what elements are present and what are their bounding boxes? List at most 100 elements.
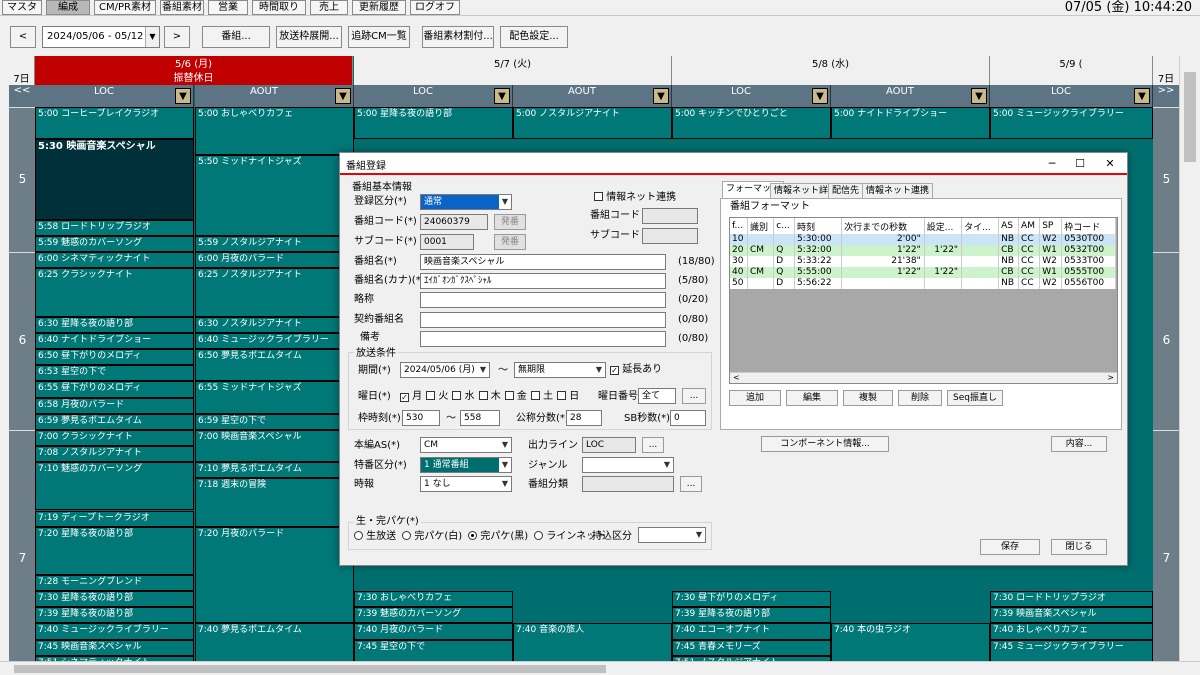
format-button-4[interactable]: Seq振直し	[947, 390, 1003, 406]
save-button[interactable]: 保存	[980, 539, 1040, 555]
program-slot[interactable]: 7:10 魅惑のカバーソング	[35, 462, 194, 511]
dow-checkbox-1[interactable]: 火	[426, 391, 448, 402]
dow-checkbox-2[interactable]: 水	[452, 391, 475, 402]
program-slot[interactable]: 7:39 星降る夜の語り部	[35, 607, 194, 624]
output-line-browse-button[interactable]: ...	[642, 437, 664, 453]
component-info-button[interactable]: コンポーネント情報...	[761, 436, 889, 452]
sb-seconds-field[interactable]: 0	[670, 410, 706, 426]
program-button[interactable]: 番組...	[202, 26, 270, 48]
program-slot[interactable]: 7:20 月夜のバラード	[195, 526, 354, 624]
program-slot[interactable]: 7:18 週末の冒険	[195, 478, 354, 527]
tab-delivery[interactable]: 配信先	[828, 183, 864, 198]
tracking-cm-list-button[interactable]: 追跡CM一覧	[348, 26, 410, 48]
chevron-right-icon[interactable]: >	[1107, 373, 1114, 382]
dow-checkbox-0[interactable]: ✓ 月	[400, 391, 422, 402]
close-button[interactable]: 閉じる	[1051, 539, 1107, 555]
menu-item-1[interactable]: 編成	[46, 0, 90, 15]
program-slot[interactable]: 6:00 シネマティックナイト	[35, 252, 194, 269]
format-row[interactable]: 50 D 5:56:22 NB CC W2 0556T00	[730, 278, 1116, 289]
main-as-select[interactable]: CM ▼	[420, 437, 512, 453]
program-slot[interactable]: 7:45 星空の下で	[354, 639, 513, 661]
maximize-icon[interactable]: ☐	[1066, 155, 1094, 173]
period-from-select[interactable]: 2024/05/06 (月) ▼	[400, 362, 490, 378]
program-slot[interactable]: 6:25 クラシックナイト	[35, 268, 194, 317]
format-row[interactable]: 40 CM Q 5:55:00 1'22" 1'22" CB CC W1 0555T00	[730, 267, 1116, 278]
program-slot[interactable]: 5:00 コーヒーブレイクラジオ	[35, 107, 194, 140]
program-slot[interactable]: 6:50 夢見るポエムタイム	[195, 349, 354, 382]
minimize-icon[interactable]: ─	[1038, 155, 1066, 173]
menu-item-3[interactable]: 番組素材	[160, 0, 204, 15]
program-slot[interactable]: 5:00 キッチンでひとりごと	[672, 107, 831, 140]
bring-select[interactable]: ▼	[638, 527, 706, 543]
name-field[interactable]: 映画音楽スペシャル	[420, 254, 666, 270]
menu-item-4[interactable]: 営業	[208, 0, 248, 15]
program-slot[interactable]: 7:00 映画音楽スペシャル	[195, 429, 354, 463]
class-field[interactable]	[582, 476, 674, 492]
format-row[interactable]: 20 CM Q 5:32:00 1'22" 1'22" CB CC W1 0532T00	[730, 245, 1116, 256]
close-icon[interactable]: ✕	[1096, 155, 1124, 173]
program-slot[interactable]: 5:00 星降る夜の語り部	[354, 107, 513, 140]
dow-number-field[interactable]: 全て	[638, 388, 676, 404]
triangle-down-icon[interactable]: ▼	[812, 88, 828, 104]
frame-start-field[interactable]: 530	[402, 410, 440, 426]
format-col-header[interactable]: 設定...	[924, 218, 963, 234]
program-slot[interactable]: 6:59 夢見るポエムタイム	[35, 413, 194, 430]
horizontal-scrollbar[interactable]	[0, 661, 1200, 675]
live-radio-1[interactable]: 完パケ(白)	[402, 531, 462, 542]
program-slot[interactable]: 7:45 映画音楽スペシャル	[35, 639, 194, 656]
program-slot[interactable]: 6:53 星空の下で	[35, 365, 194, 382]
program-slot[interactable]: 7:30 おしゃべりカフェ	[354, 591, 513, 608]
content-button[interactable]: 内容...	[1051, 436, 1107, 452]
menu-item-6[interactable]: 売上	[310, 0, 348, 15]
extension-checkbox[interactable]: ✓ 延長あり	[610, 363, 662, 377]
program-slot[interactable]: 7:19 ディープトークラジオ	[35, 510, 194, 527]
format-row[interactable]: 10 5:30:00 2'00" NB CC W2 0530T00	[730, 234, 1116, 245]
frame-end-field[interactable]: 558	[460, 410, 500, 426]
program-slot[interactable]: 7:45 ミュージックライブラリー	[990, 639, 1153, 661]
special-select[interactable]: 1 通常番組 ▼	[420, 457, 512, 473]
format-row[interactable]: 30 D 5:33:22 21'38" NB CC W2 0533T00	[730, 256, 1116, 267]
format-col-header[interactable]: 時刻	[794, 218, 843, 234]
program-slot[interactable]: 7:45 青春メモリーズ	[672, 639, 831, 656]
program-slot[interactable]: 7:40 ミュージックライブラリー	[35, 623, 194, 640]
program-slot[interactable]: 5:00 ナイトドライブショー	[831, 107, 990, 140]
public-minutes-field[interactable]: 28	[566, 410, 602, 426]
menu-item-2[interactable]: CM/PR素材	[94, 0, 156, 15]
program-slot[interactable]: 7:30 星降る夜の語り部	[35, 591, 194, 608]
program-slot[interactable]: 6:40 ミュージックライブラリー	[195, 332, 354, 350]
program-slot[interactable]: 7:30 昼下がりのメロディ	[672, 591, 831, 608]
program-slot[interactable]: 7:40 夢見るポエムタイム	[195, 623, 354, 661]
subcode-field[interactable]: 0001	[420, 234, 474, 250]
program-slot[interactable]: 5:00 おしゃべりカフェ	[195, 107, 354, 156]
program-slot[interactable]: 6:30 星降る夜の語り部	[35, 316, 194, 333]
triangle-down-icon[interactable]: ▼	[971, 88, 987, 104]
program-slot[interactable]: 7:40 本の虫ラジオ	[831, 623, 990, 661]
triangle-down-icon[interactable]: ▼	[494, 88, 510, 104]
program-slot[interactable]: 6:30 ノスタルジアナイト	[195, 316, 354, 333]
format-hscroll[interactable]: < >	[730, 372, 1117, 383]
program-slot[interactable]: 7:40 おしゃべりカフェ	[990, 623, 1153, 640]
dow-checkbox-3[interactable]: 木	[478, 391, 501, 402]
program-slot[interactable]: 7:10 夢見るポエムタイム	[195, 462, 354, 479]
subcode-issue-button[interactable]: 発番	[494, 234, 526, 250]
triangle-down-icon[interactable]: ▼	[175, 88, 191, 104]
menu-item-0[interactable]: マスタ	[2, 0, 42, 15]
program-slot[interactable]: 7:39 星降る夜の語り部	[672, 607, 831, 624]
format-col-header[interactable]: AM	[1018, 218, 1041, 234]
format-col-header[interactable]: f...	[730, 218, 748, 234]
program-slot[interactable]: 6:00 月夜のバラード	[195, 252, 354, 269]
program-slot[interactable]: 7:20 星降る夜の語り部	[35, 526, 194, 576]
prev-week-button[interactable]: <	[10, 26, 36, 48]
output-line-field[interactable]: LOC	[582, 437, 636, 453]
format-col-header[interactable]: 次行までの秒数	[841, 218, 925, 234]
program-slot[interactable]: 5:59 ノスタルジアナイト	[195, 236, 354, 253]
live-radio-0[interactable]: 生放送	[354, 531, 396, 542]
format-col-header[interactable]: 識別	[747, 218, 775, 234]
program-slot[interactable]: 7:39 魅惑のカバーソング	[354, 607, 513, 624]
kana-field[interactable]: ｴｲｶﾞｵﾝｶﾞｸｽﾍﾟｼｬﾙ	[420, 273, 666, 289]
class-browse-button[interactable]: ...	[680, 476, 702, 492]
time-signal-select[interactable]: 1 なし ▼	[420, 476, 512, 492]
program-slot[interactable]: 7:40 音楽の旅人	[513, 623, 672, 661]
note-field[interactable]	[420, 331, 666, 347]
program-slot[interactable]: 6:50 昼下がりのメロディ	[35, 349, 194, 366]
